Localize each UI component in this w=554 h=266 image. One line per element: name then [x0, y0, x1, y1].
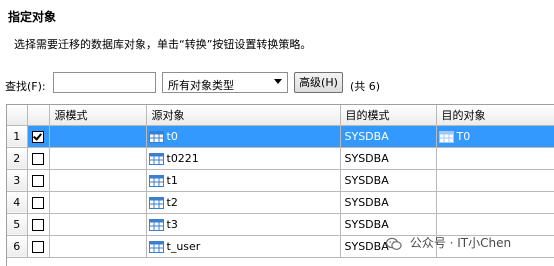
- source-object-cell[interactable]: t1: [146, 169, 341, 192]
- table-icon: [148, 240, 164, 253]
- watermark: 公众号 · IT小Chen: [386, 234, 511, 251]
- source-object-name: t0: [166, 129, 178, 143]
- table-row[interactable]: 2 t0221 SYSDBA: [7, 147, 554, 170]
- row-checkbox[interactable]: [32, 240, 44, 253]
- row-checkbox-cell[interactable]: [27, 125, 50, 148]
- table-row[interactable]: 4 t2 SYSDBA: [7, 191, 554, 214]
- table-icon: [148, 152, 164, 165]
- source-object-name: t3: [166, 217, 178, 231]
- advanced-button[interactable]: 高级(H): [294, 72, 343, 93]
- source-object-cell[interactable]: t3: [146, 213, 341, 236]
- row-checkbox[interactable]: [32, 130, 44, 143]
- table-icon: [148, 130, 164, 143]
- row-checkbox-cell[interactable]: [27, 191, 50, 214]
- row-checkbox[interactable]: [32, 218, 44, 231]
- source-schema-cell[interactable]: [49, 125, 147, 148]
- table-row[interactable]: 3 t1 SYSDBA: [7, 169, 554, 192]
- row-checkbox-cell[interactable]: [27, 147, 50, 170]
- object-type-select-value: 所有对象类型: [168, 79, 234, 92]
- row-number: 2: [7, 147, 28, 170]
- target-object-name: T0: [456, 129, 471, 143]
- target-object-cell[interactable]: [436, 147, 554, 170]
- search-input[interactable]: [53, 72, 156, 93]
- search-label: 查找(F):: [5, 80, 46, 93]
- page-description: 选择需要迁移的数据库对象，单击“转换”按钮设置转换策略。: [14, 38, 312, 51]
- source-object-cell[interactable]: t0: [146, 125, 341, 148]
- row-number: 1: [7, 125, 28, 148]
- column-header-source-schema[interactable]: 源模式: [49, 105, 147, 126]
- page-title: 指定对象: [8, 10, 57, 24]
- target-schema-cell[interactable]: SYSDBA: [340, 169, 437, 192]
- row-checkbox[interactable]: [32, 196, 44, 209]
- row-checkbox-cell[interactable]: [27, 235, 50, 258]
- table-icon: [148, 218, 164, 231]
- object-count: (共 6): [350, 80, 381, 93]
- row-checkbox[interactable]: [32, 152, 44, 165]
- column-header-rownum: [7, 105, 28, 126]
- source-object-name: t0221: [166, 151, 199, 165]
- source-schema-cell[interactable]: [49, 213, 147, 236]
- row-number: 4: [7, 191, 28, 214]
- row-number: 3: [7, 169, 28, 192]
- source-schema-cell[interactable]: [49, 169, 147, 192]
- object-type-select[interactable]: 所有对象类型: [162, 72, 288, 93]
- column-header-source-object[interactable]: 源对象: [146, 105, 341, 126]
- source-object-name: t1: [166, 173, 178, 187]
- source-object-name: t_user: [166, 239, 201, 253]
- row-number: 5: [7, 213, 28, 236]
- row-checkbox-cell[interactable]: [27, 169, 50, 192]
- source-object-cell[interactable]: t_user: [146, 235, 341, 258]
- target-schema-cell[interactable]: SYSDBA: [340, 147, 437, 170]
- table-icon: [438, 130, 454, 143]
- table-icon: [148, 174, 164, 187]
- table-row[interactable]: 5 t3 SYSDBA: [7, 213, 554, 236]
- table-icon: [148, 196, 164, 209]
- source-object-cell[interactable]: t2: [146, 191, 341, 214]
- row-checkbox-cell[interactable]: [27, 213, 50, 236]
- table-row[interactable]: 1 t0 SYSDBA T0: [7, 125, 554, 148]
- chevron-down-icon: [274, 79, 282, 84]
- column-header-target-object[interactable]: 目的对象: [436, 105, 554, 126]
- target-schema-cell[interactable]: SYSDBA: [340, 125, 437, 148]
- row-number: 6: [7, 235, 28, 258]
- target-object-cell[interactable]: T0: [436, 125, 554, 148]
- source-schema-cell[interactable]: [49, 235, 147, 258]
- source-schema-cell[interactable]: [49, 191, 147, 214]
- target-object-cell[interactable]: [436, 169, 554, 192]
- target-schema-cell[interactable]: SYSDBA: [340, 213, 437, 236]
- grid-header-row: 源模式 源对象 目的模式 目的对象: [7, 105, 554, 126]
- watermark-text: 公众号 · IT小Chen: [409, 236, 512, 250]
- target-object-cell[interactable]: [436, 191, 554, 214]
- column-header-check: [27, 105, 50, 126]
- wechat-icon: [386, 237, 402, 250]
- row-checkbox[interactable]: [32, 174, 44, 187]
- source-object-cell[interactable]: t0221: [146, 147, 341, 170]
- source-schema-cell[interactable]: [49, 147, 147, 170]
- target-schema-cell[interactable]: SYSDBA: [340, 191, 437, 214]
- column-header-target-schema[interactable]: 目的模式: [340, 105, 437, 126]
- filter-toolbar: 查找(F): 所有对象类型 高级(H) (共 6): [3, 72, 553, 96]
- source-object-name: t2: [166, 195, 178, 209]
- target-object-cell[interactable]: [436, 213, 554, 236]
